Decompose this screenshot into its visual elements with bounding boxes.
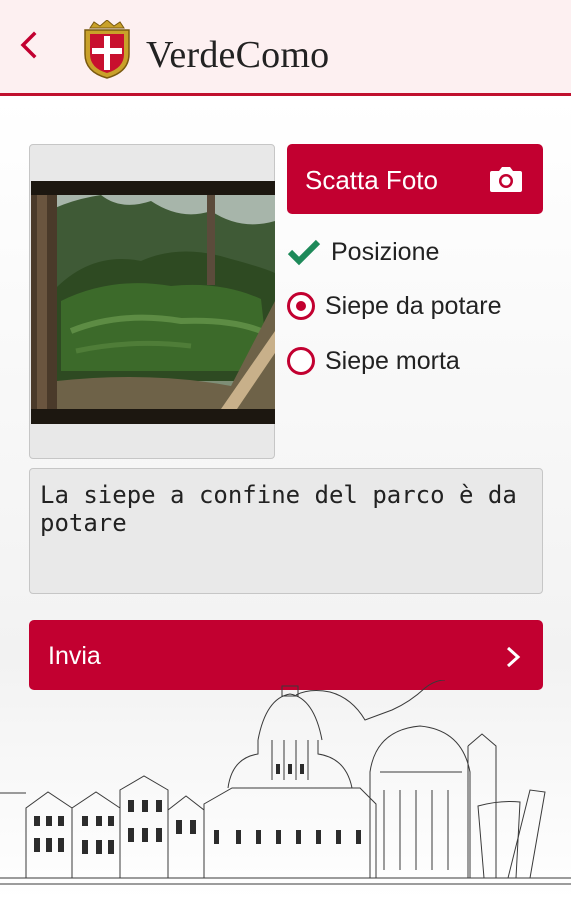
hedge-photo <box>31 181 275 424</box>
take-photo-label: Scatta Foto <box>305 165 438 195</box>
radio-label: Siepe da potare <box>325 292 502 320</box>
chevron-right-icon <box>506 646 521 668</box>
radio-selected-icon[interactable] <box>287 292 315 320</box>
camera-icon <box>490 167 522 192</box>
radio-label: Siepe morta <box>325 347 460 375</box>
checkmark-icon <box>287 239 321 266</box>
position-label: Posizione <box>331 238 440 266</box>
radio-unselected-icon[interactable] <box>287 347 315 375</box>
app-header: VerdeComo <box>0 0 571 96</box>
app-title: VerdeComo <box>146 34 330 76</box>
como-crest-icon <box>84 20 130 79</box>
city-skyline-illustration <box>0 680 571 885</box>
radio-option-siepe-morta[interactable]: Siepe morta <box>287 345 543 381</box>
back-chevron-icon[interactable] <box>12 28 46 62</box>
photo-preview-frame[interactable] <box>29 144 275 459</box>
radio-option-siepe-da-potare[interactable]: Siepe da potare <box>287 290 543 326</box>
send-label: Invia <box>48 642 101 670</box>
description-textarea[interactable]: La siepe a confine del parco è da potare <box>29 468 543 594</box>
take-photo-button[interactable]: Scatta Foto <box>287 144 543 214</box>
